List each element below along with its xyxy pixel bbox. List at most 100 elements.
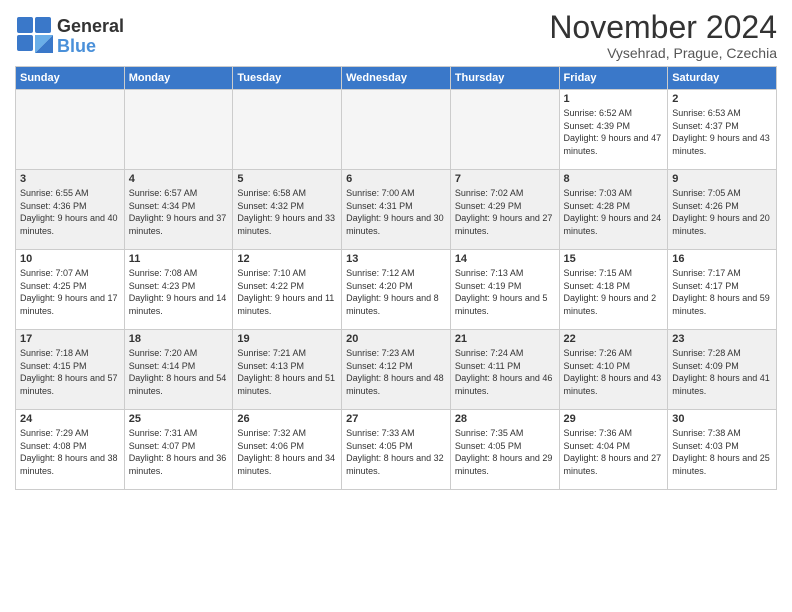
day-number: 7 [455, 173, 555, 185]
calendar-cell: 18 Sunrise: 7:20 AM Sunset: 4:14 PM Dayli… [124, 330, 233, 410]
calendar-week-row: 24 Sunrise: 7:29 AM Sunset: 4:08 PM Dayli… [16, 410, 777, 490]
day-info: Sunrise: 7:35 AM Sunset: 4:05 PM Dayligh… [455, 427, 555, 477]
calendar-cell: 26 Sunrise: 7:32 AM Sunset: 4:06 PM Dayli… [233, 410, 342, 490]
day-number: 9 [672, 173, 772, 185]
day-info: Sunrise: 6:52 AM Sunset: 4:39 PM Dayligh… [564, 107, 664, 157]
day-info: Sunrise: 7:17 AM Sunset: 4:17 PM Dayligh… [672, 267, 772, 317]
day-number: 28 [455, 413, 555, 425]
month-title: November 2024 [549, 10, 777, 45]
col-header-thursday: Thursday [450, 67, 559, 90]
day-number: 20 [346, 333, 446, 345]
calendar-cell: 4 Sunrise: 6:57 AM Sunset: 4:34 PM Daylig… [124, 170, 233, 250]
day-info: Sunrise: 7:07 AM Sunset: 4:25 PM Dayligh… [20, 267, 120, 317]
logo-text-line1: General [57, 17, 124, 37]
col-header-sunday: Sunday [16, 67, 125, 90]
calendar-cell: 11Sunrise: 7:08 AM Sunset: 4:23 PM Dayli… [124, 250, 233, 330]
day-number: 25 [129, 413, 229, 425]
calendar-cell: 1 Sunrise: 6:52 AM Sunset: 4:39 PM Daylig… [559, 90, 668, 170]
day-number: 17 [20, 333, 120, 345]
day-number: 8 [564, 173, 664, 185]
day-number: 21 [455, 333, 555, 345]
day-number: 1 [564, 93, 664, 105]
header: General Blue November 2024 Vysehrad, Pra… [15, 10, 777, 61]
day-number: 13 [346, 253, 446, 265]
day-number: 26 [237, 413, 337, 425]
day-number: 29 [564, 413, 664, 425]
subtitle: Vysehrad, Prague, Czechia [549, 45, 777, 61]
day-info: Sunrise: 7:05 AM Sunset: 4:26 PM Dayligh… [672, 187, 772, 237]
day-info: Sunrise: 7:12 AM Sunset: 4:20 PM Dayligh… [346, 267, 446, 317]
day-number: 10 [20, 253, 120, 265]
day-info: Sunrise: 7:33 AM Sunset: 4:05 PM Dayligh… [346, 427, 446, 477]
day-info: Sunrise: 7:29 AM Sunset: 4:08 PM Dayligh… [20, 427, 120, 477]
day-info: Sunrise: 7:28 AM Sunset: 4:09 PM Dayligh… [672, 347, 772, 397]
day-number: 15 [564, 253, 664, 265]
day-number: 3 [20, 173, 120, 185]
calendar-week-row: 10 Sunrise: 7:07 AM Sunset: 4:25 PM Dayli… [16, 250, 777, 330]
calendar-cell: 29 Sunrise: 7:36 AM Sunset: 4:04 PM Dayli… [559, 410, 668, 490]
title-area: November 2024 Vysehrad, Prague, Czechia [549, 10, 777, 61]
calendar-cell: 3 Sunrise: 6:55 AM Sunset: 4:36 PM Daylig… [16, 170, 125, 250]
day-info: Sunrise: 7:32 AM Sunset: 4:06 PM Dayligh… [237, 427, 337, 477]
day-number: 18 [129, 333, 229, 345]
calendar-cell: 13 Sunrise: 7:12 AM Sunset: 4:20 PM Dayli… [342, 250, 451, 330]
day-number: 2 [672, 93, 772, 105]
calendar-week-row: 3 Sunrise: 6:55 AM Sunset: 4:36 PM Daylig… [16, 170, 777, 250]
day-info: Sunrise: 7:20 AM Sunset: 4:14 PM Dayligh… [129, 347, 229, 397]
logo-icon [15, 15, 53, 53]
day-number: 23 [672, 333, 772, 345]
calendar-cell: 5Sunrise: 6:58 AM Sunset: 4:32 PM Daylig… [233, 170, 342, 250]
calendar-cell: 14 Sunrise: 7:13 AM Sunset: 4:19 PM Dayli… [450, 250, 559, 330]
day-info: Sunrise: 6:53 AM Sunset: 4:37 PM Dayligh… [672, 107, 772, 157]
calendar-cell: 27Sunrise: 7:33 AM Sunset: 4:05 PM Dayli… [342, 410, 451, 490]
calendar-cell: 15 Sunrise: 7:15 AM Sunset: 4:18 PM Dayli… [559, 250, 668, 330]
calendar-table: SundayMondayTuesdayWednesdayThursdayFrid… [15, 66, 777, 490]
day-info: Sunrise: 7:10 AM Sunset: 4:22 PM Dayligh… [237, 267, 337, 317]
calendar-cell: 20Sunrise: 7:23 AM Sunset: 4:12 PM Dayli… [342, 330, 451, 410]
calendar-cell: 16 Sunrise: 7:17 AM Sunset: 4:17 PM Dayli… [668, 250, 777, 330]
day-number: 24 [20, 413, 120, 425]
page-container: General Blue November 2024 Vysehrad, Pra… [0, 0, 792, 500]
calendar-cell [124, 90, 233, 170]
calendar-cell: 9 Sunrise: 7:05 AM Sunset: 4:26 PM Daylig… [668, 170, 777, 250]
day-number: 14 [455, 253, 555, 265]
day-info: Sunrise: 7:24 AM Sunset: 4:11 PM Dayligh… [455, 347, 555, 397]
calendar-cell: 10 Sunrise: 7:07 AM Sunset: 4:25 PM Dayli… [16, 250, 125, 330]
day-number: 30 [672, 413, 772, 425]
day-number: 4 [129, 173, 229, 185]
logo: General Blue [15, 15, 124, 58]
calendar-cell: 28 Sunrise: 7:35 AM Sunset: 4:05 PM Dayli… [450, 410, 559, 490]
day-number: 5 [237, 173, 337, 185]
day-info: Sunrise: 6:55 AM Sunset: 4:36 PM Dayligh… [20, 187, 120, 237]
calendar-cell: 25 Sunrise: 7:31 AM Sunset: 4:07 PM Dayli… [124, 410, 233, 490]
calendar-cell: 6Sunrise: 7:00 AM Sunset: 4:31 PM Daylig… [342, 170, 451, 250]
day-number: 16 [672, 253, 772, 265]
calendar-cell [233, 90, 342, 170]
day-info: Sunrise: 7:26 AM Sunset: 4:10 PM Dayligh… [564, 347, 664, 397]
calendar-header-row: SundayMondayTuesdayWednesdayThursdayFrid… [16, 67, 777, 90]
day-number: 11 [129, 253, 229, 265]
calendar-cell: 21 Sunrise: 7:24 AM Sunset: 4:11 PM Dayli… [450, 330, 559, 410]
day-info: Sunrise: 7:31 AM Sunset: 4:07 PM Dayligh… [129, 427, 229, 477]
day-info: Sunrise: 7:36 AM Sunset: 4:04 PM Dayligh… [564, 427, 664, 477]
calendar-cell [450, 90, 559, 170]
col-header-friday: Friday [559, 67, 668, 90]
col-header-wednesday: Wednesday [342, 67, 451, 90]
day-info: Sunrise: 6:57 AM Sunset: 4:34 PM Dayligh… [129, 187, 229, 237]
calendar-cell: 30Sunrise: 7:38 AM Sunset: 4:03 PM Dayli… [668, 410, 777, 490]
day-number: 22 [564, 333, 664, 345]
col-header-tuesday: Tuesday [233, 67, 342, 90]
calendar-week-row: 1 Sunrise: 6:52 AM Sunset: 4:39 PM Daylig… [16, 90, 777, 170]
day-info: Sunrise: 7:15 AM Sunset: 4:18 PM Dayligh… [564, 267, 664, 317]
day-info: Sunrise: 7:02 AM Sunset: 4:29 PM Dayligh… [455, 187, 555, 237]
calendar-cell: 22 Sunrise: 7:26 AM Sunset: 4:10 PM Dayli… [559, 330, 668, 410]
day-info: Sunrise: 7:00 AM Sunset: 4:31 PM Dayligh… [346, 187, 446, 237]
calendar-cell: 24 Sunrise: 7:29 AM Sunset: 4:08 PM Dayli… [16, 410, 125, 490]
day-info: Sunrise: 7:03 AM Sunset: 4:28 PM Dayligh… [564, 187, 664, 237]
day-info: Sunrise: 7:13 AM Sunset: 4:19 PM Dayligh… [455, 267, 555, 317]
logo-text-line2: Blue [57, 37, 124, 57]
calendar-cell [342, 90, 451, 170]
calendar-cell [16, 90, 125, 170]
day-info: Sunrise: 7:18 AM Sunset: 4:15 PM Dayligh… [20, 347, 120, 397]
calendar-week-row: 17 Sunrise: 7:18 AM Sunset: 4:15 PM Dayli… [16, 330, 777, 410]
